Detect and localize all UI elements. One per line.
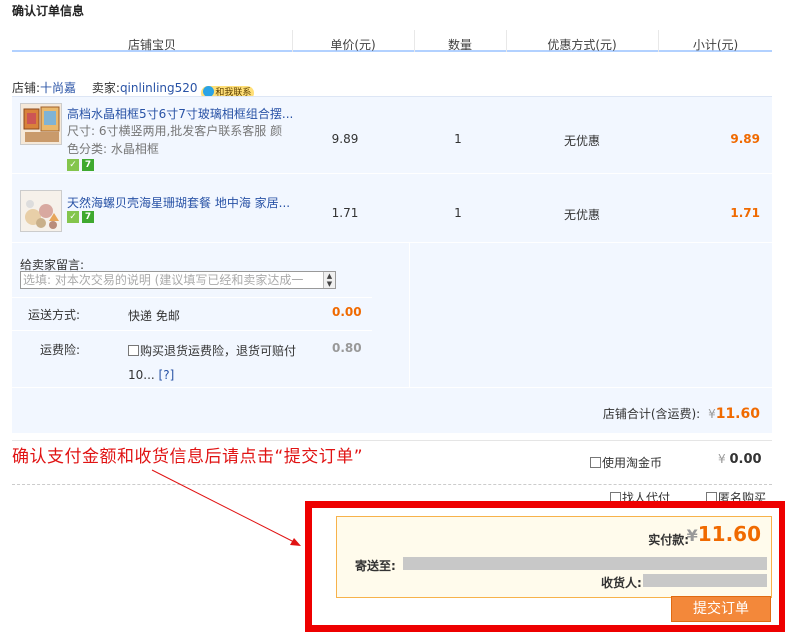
submit-order-button[interactable]: 提交订单 xyxy=(671,596,771,622)
